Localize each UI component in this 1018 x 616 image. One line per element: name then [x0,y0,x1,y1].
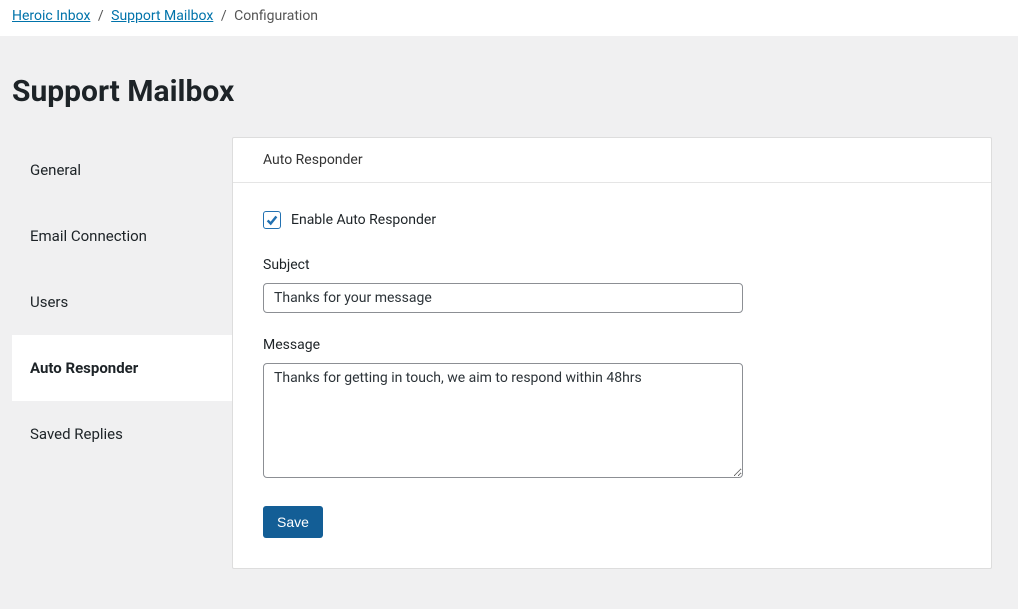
enable-auto-responder-label: Enable Auto Responder [291,212,436,228]
breadcrumb: Heroic Inbox / Support Mailbox / Configu… [0,0,1018,36]
save-button[interactable]: Save [263,506,323,538]
message-label: Message [263,337,961,353]
side-tabs: General Email Connection Users Auto Resp… [12,137,232,467]
breadcrumb-link-support-mailbox[interactable]: Support Mailbox [111,8,213,24]
sidebar-tab-email-connection[interactable]: Email Connection [12,203,232,269]
breadcrumb-separator: / [98,8,104,24]
enable-auto-responder-checkbox[interactable] [263,211,281,229]
sidebar-tab-saved-replies[interactable]: Saved Replies [12,401,232,467]
sidebar-tab-auto-responder[interactable]: Auto Responder [12,335,232,401]
checkmark-icon [265,213,279,227]
subject-input[interactable] [263,283,743,313]
enable-auto-responder-row: Enable Auto Responder [263,211,961,229]
message-textarea[interactable] [263,363,743,478]
message-field-row: Message [263,337,961,482]
sidebar-tab-general[interactable]: General [12,137,232,203]
subject-label: Subject [263,257,961,273]
panel-body: Enable Auto Responder Subject Message Sa… [233,183,991,568]
sidebar-tab-users[interactable]: Users [12,269,232,335]
content-row: General Email Connection Users Auto Resp… [12,137,1006,569]
subject-field-row: Subject [263,257,961,313]
breadcrumb-current: Configuration [234,8,318,24]
breadcrumb-separator: / [221,8,227,24]
main-area: Support Mailbox General Email Connection… [0,36,1018,609]
settings-panel: Auto Responder Enable Auto Responder Sub… [232,137,992,569]
panel-header: Auto Responder [233,138,991,183]
breadcrumb-link-heroic-inbox[interactable]: Heroic Inbox [12,8,90,24]
page-title: Support Mailbox [12,74,1006,109]
